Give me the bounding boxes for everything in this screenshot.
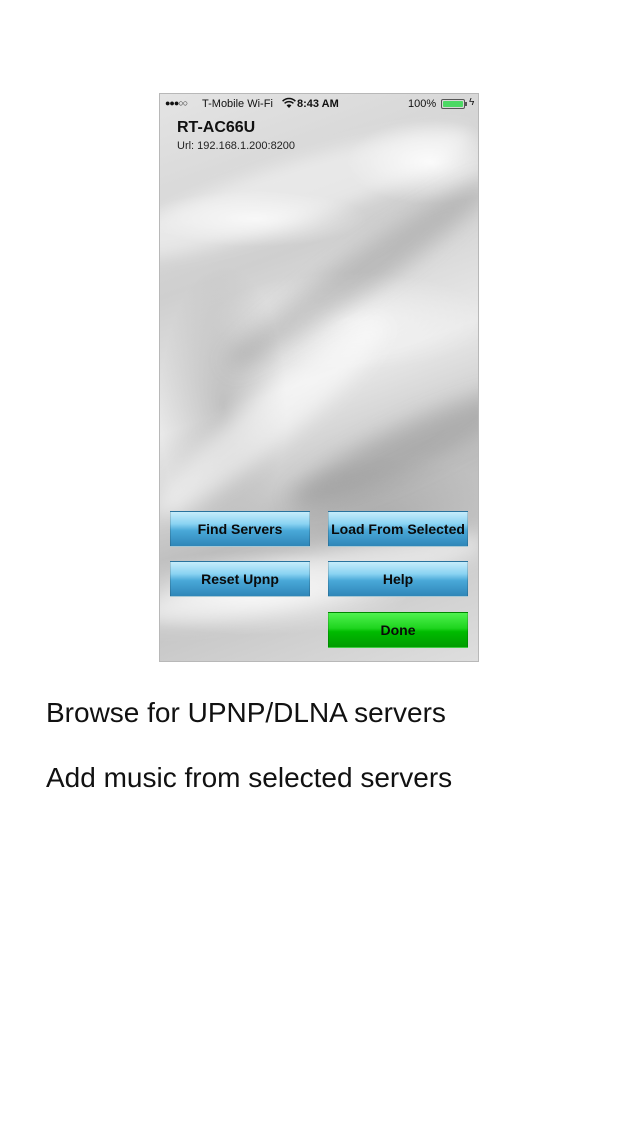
load-from-selected-button[interactable]: Load From Selected bbox=[328, 511, 468, 547]
phone-screenshot: ●●●○○ T-Mobile Wi-Fi 8:43 AM 100% ϟ RT-A… bbox=[159, 93, 479, 662]
battery-tip bbox=[465, 102, 467, 106]
status-bar: ●●●○○ T-Mobile Wi-Fi 8:43 AM 100% ϟ bbox=[160, 94, 478, 114]
silk-fold bbox=[282, 371, 478, 522]
server-name: RT-AC66U bbox=[177, 119, 256, 136]
reset-upnp-button[interactable]: Reset Upnp bbox=[170, 561, 310, 597]
battery-percent: 100% bbox=[408, 98, 437, 110]
caption-add-music: Add music from selected servers bbox=[46, 762, 453, 793]
find-servers-button[interactable]: Find Servers bbox=[170, 511, 310, 547]
carrier-name: T-Mobile Wi-Fi bbox=[202, 98, 273, 110]
signal-strength: ●●●○○ bbox=[165, 98, 188, 108]
battery-icon bbox=[441, 99, 465, 109]
silk-fold bbox=[217, 165, 478, 383]
charging-bolt-icon: ϟ bbox=[469, 97, 475, 108]
done-button[interactable]: Done bbox=[328, 612, 468, 648]
battery-fill bbox=[443, 101, 463, 107]
silk-fold bbox=[160, 303, 401, 535]
server-url: Url: 192.168.1.200:8200 bbox=[177, 140, 296, 152]
help-button[interactable]: Help bbox=[328, 561, 468, 597]
status-time: 8:43 AM bbox=[297, 98, 339, 110]
wifi-icon bbox=[282, 97, 296, 108]
caption-browse: Browse for UPNP/DLNA servers bbox=[46, 697, 446, 728]
page: ●●●○○ T-Mobile Wi-Fi 8:43 AM 100% ϟ RT-A… bbox=[0, 0, 640, 1136]
